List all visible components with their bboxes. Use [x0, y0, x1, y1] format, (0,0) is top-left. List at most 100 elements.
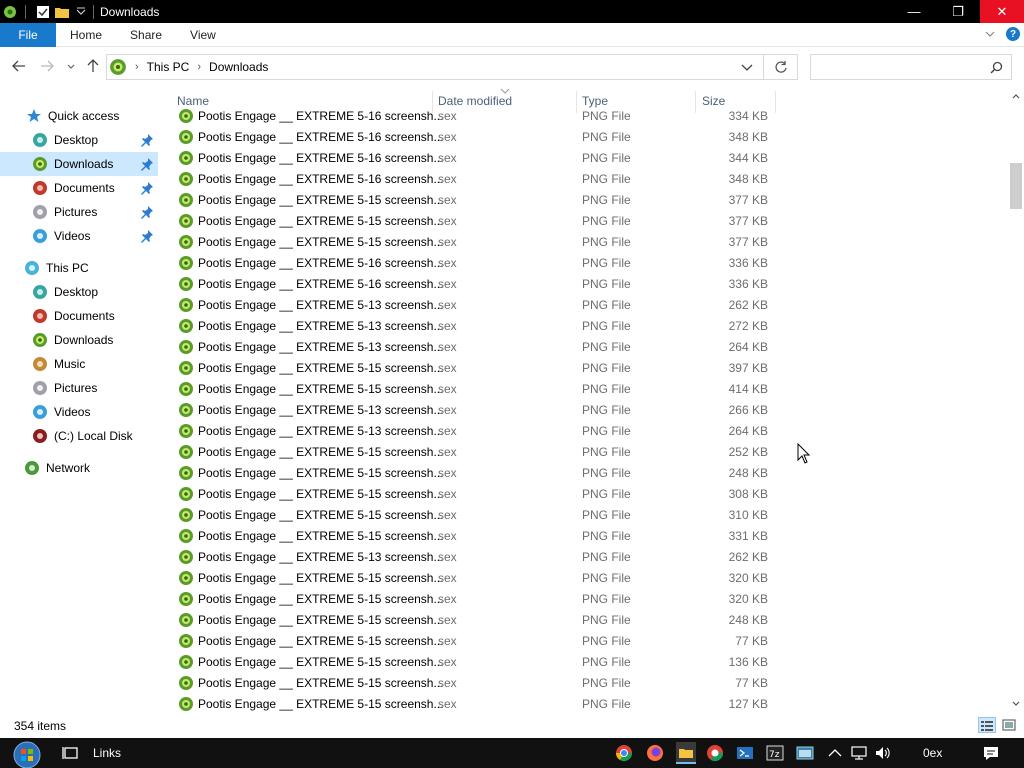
start-button-icon[interactable] [8, 738, 44, 768]
table-row[interactable]: Pootis Engage __ EXTREME 5-16 screensh..… [176, 105, 776, 126]
recent-locations-chevron-icon[interactable] [66, 62, 76, 72]
tab-file[interactable]: File [0, 22, 56, 47]
table-row[interactable]: Pootis Engage __ EXTREME 5-15 screensh..… [176, 189, 776, 210]
search-input[interactable] [810, 54, 1012, 80]
scrollbar-thumb[interactable] [1010, 163, 1022, 209]
chrome-icon[interactable] [615, 744, 633, 762]
app-window-icon[interactable] [796, 744, 814, 762]
minimize-button[interactable]: — [892, 0, 936, 23]
pin-icon[interactable] [140, 181, 154, 195]
show-hidden-icons-chevron-icon[interactable] [826, 744, 844, 762]
breadcrumb-downloads[interactable]: Downloads [209, 60, 268, 74]
table-row[interactable]: Pootis Engage __ EXTREME 5-13 screensh..… [176, 546, 776, 567]
table-row[interactable]: Pootis Engage __ EXTREME 5-15 screensh..… [176, 651, 776, 672]
table-row[interactable]: Pootis Engage __ EXTREME 5-15 screensh..… [176, 567, 776, 588]
table-row[interactable]: Pootis Engage __ EXTREME 5-16 screensh..… [176, 168, 776, 189]
sidebar-item-downloads[interactable]: Downloads [0, 152, 158, 176]
close-button[interactable]: ✕ [980, 0, 1024, 23]
sidebar-item-videos[interactable]: Videos [0, 224, 158, 248]
tab-share[interactable]: Share [116, 28, 176, 42]
sidebar-item-desktop[interactable]: Desktop [0, 128, 158, 152]
breadcrumb-this-pc[interactable]: This PC [147, 60, 190, 74]
sidebar-item-documents[interactable]: Documents [0, 304, 158, 328]
address-bar[interactable]: › This PC › Downloads [106, 54, 764, 80]
table-row[interactable]: Pootis Engage __ EXTREME 5-15 screensh..… [176, 609, 776, 630]
sidebar-item-pictures[interactable]: Pictures [0, 200, 158, 224]
table-row[interactable]: Pootis Engage __ EXTREME 5-16 screensh..… [176, 273, 776, 294]
table-row[interactable]: Pootis Engage __ EXTREME 5-15 screensh..… [176, 630, 776, 651]
forward-arrow-icon[interactable] [40, 59, 54, 73]
table-row[interactable]: Pootis Engage __ EXTREME 5-13 screensh..… [176, 399, 776, 420]
expand-ribbon-chevron-icon[interactable] [984, 28, 996, 40]
tab-view[interactable]: View [176, 28, 230, 42]
sidebar-item-label: Videos [54, 229, 91, 243]
table-row[interactable]: Pootis Engage __ EXTREME 5-15 screensh..… [176, 525, 776, 546]
table-row[interactable]: Pootis Engage __ EXTREME 5-15 screensh..… [176, 504, 776, 525]
table-row[interactable]: Pootis Engage __ EXTREME 5-13 screensh..… [176, 294, 776, 315]
customize-toolbar-chevron-icon[interactable] [73, 4, 89, 20]
sidebar-item-documents[interactable]: Documents [0, 176, 158, 200]
sidebar-item-videos[interactable]: Videos [0, 400, 158, 424]
sidebar-item-desktop[interactable]: Desktop [0, 280, 158, 304]
up-arrow-icon[interactable] [86, 59, 100, 73]
table-row[interactable]: Pootis Engage __ EXTREME 5-13 screensh..… [176, 420, 776, 441]
table-row[interactable]: Pootis Engage __ EXTREME 5-13 screensh..… [176, 315, 776, 336]
scroll-up-arrow-icon[interactable] [1012, 93, 1020, 99]
sidebar-item-pictures[interactable]: Pictures [0, 376, 158, 400]
task-view-icon[interactable] [62, 744, 80, 762]
powershell-icon[interactable] [736, 744, 754, 762]
table-row[interactable]: Pootis Engage __ EXTREME 5-15 screensh..… [176, 693, 776, 713]
links-toolbar-label[interactable]: Links [93, 746, 121, 760]
search-icon[interactable] [990, 61, 1003, 74]
pin-icon[interactable] [140, 157, 154, 171]
table-row[interactable]: Pootis Engage __ EXTREME 5-13 screensh..… [176, 336, 776, 357]
address-history-chevron-icon[interactable] [741, 63, 753, 73]
table-row[interactable]: Pootis Engage __ EXTREME 5-15 screensh..… [176, 462, 776, 483]
help-icon[interactable]: ? [1006, 27, 1020, 41]
firefox-icon[interactable] [646, 744, 664, 762]
app-7zip-icon[interactable]: 7z [766, 744, 784, 762]
pin-icon[interactable] [140, 205, 154, 219]
action-center-icon[interactable] [982, 744, 1000, 762]
table-row[interactable]: Pootis Engage __ EXTREME 5-16 screensh..… [176, 147, 776, 168]
volume-icon[interactable] [874, 744, 892, 762]
sidebar-item-music[interactable]: Music [0, 352, 158, 376]
sidebar-item-c-local-disk[interactable]: (C:) Local Disk [0, 424, 158, 448]
tray-clock-text[interactable]: 0ex [923, 746, 942, 760]
tab-home[interactable]: Home [56, 28, 116, 42]
details-view-button[interactable] [978, 717, 996, 733]
vertical-scrollbar[interactable] [1008, 87, 1024, 713]
maximize-button[interactable]: ❐ [936, 0, 980, 23]
file-explorer-icon[interactable] [676, 742, 696, 764]
sidebar-item-quick-access[interactable]: Quick access [0, 104, 158, 128]
breadcrumb-chevron-icon[interactable]: › [197, 61, 201, 73]
breadcrumb-chevron-icon[interactable]: › [135, 61, 139, 73]
file-type: PNG File [582, 171, 631, 186]
file-name: Pootis Engage __ EXTREME 5-15 screensh..… [198, 234, 444, 249]
back-arrow-icon[interactable] [12, 59, 26, 73]
table-row[interactable]: Pootis Engage __ EXTREME 5-15 screensh..… [176, 378, 776, 399]
table-row[interactable]: Pootis Engage __ EXTREME 5-15 screensh..… [176, 483, 776, 504]
table-row[interactable]: Pootis Engage __ EXTREME 5-16 screensh..… [176, 126, 776, 147]
table-row[interactable]: Pootis Engage __ EXTREME 5-15 screensh..… [176, 588, 776, 609]
table-row[interactable]: Pootis Engage __ EXTREME 5-15 screensh..… [176, 231, 776, 252]
table-row[interactable]: Pootis Engage __ EXTREME 5-15 screensh..… [176, 672, 776, 693]
sidebar-item-this-pc[interactable]: This PC [0, 256, 158, 280]
large-icons-view-button[interactable] [1000, 717, 1018, 733]
new-folder-icon[interactable] [54, 4, 70, 20]
chrome-canary-icon[interactable] [706, 744, 724, 762]
pin-icon[interactable] [140, 133, 154, 147]
file-size: 348 KB [728, 171, 768, 186]
network-tray-icon[interactable] [850, 744, 868, 762]
sidebar-item-downloads[interactable]: Downloads [0, 328, 158, 352]
scroll-down-arrow-icon[interactable] [1012, 701, 1020, 707]
table-row[interactable]: Pootis Engage __ EXTREME 5-16 screensh..… [176, 252, 776, 273]
table-row[interactable]: Pootis Engage __ EXTREME 5-15 screensh..… [176, 210, 776, 231]
table-row[interactable]: Pootis Engage __ EXTREME 5-15 screensh..… [176, 357, 776, 378]
sidebar-item-network[interactable]: Network [0, 456, 158, 480]
properties-icon[interactable] [35, 4, 51, 20]
app-icon[interactable] [2, 4, 18, 20]
refresh-button[interactable] [764, 54, 798, 80]
pin-icon[interactable] [140, 229, 154, 243]
table-row[interactable]: Pootis Engage __ EXTREME 5-15 screensh..… [176, 441, 776, 462]
